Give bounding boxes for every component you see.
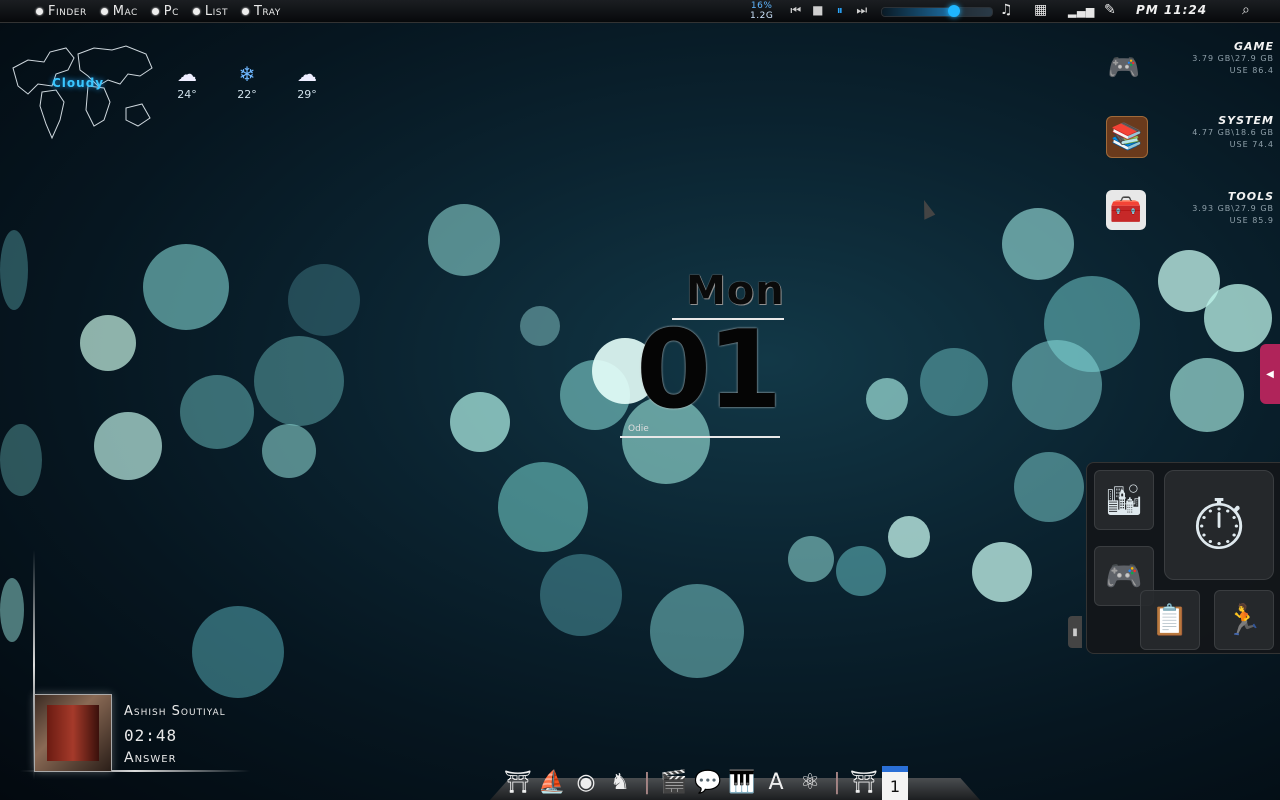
world-map-icon — [12, 45, 153, 140]
volume-fill — [882, 8, 954, 16]
bokeh-bg — [254, 336, 344, 426]
clapper-icon[interactable]: 🎬 — [658, 766, 690, 798]
chess-icon[interactable]: ♞ — [604, 766, 636, 798]
drive-system[interactable]: System 4.77 GB\18.6 GB USE 74.4 — [1094, 114, 1274, 151]
bokeh-bg — [1044, 276, 1140, 372]
menu-dot-icon — [100, 7, 108, 15]
search-icon[interactable]: ⌕ — [1242, 2, 1250, 18]
bokeh-bg — [498, 462, 588, 552]
album-art[interactable] — [34, 694, 112, 772]
bokeh-bg — [650, 584, 744, 678]
bokeh-bg — [0, 230, 28, 310]
bokeh-bg — [0, 424, 42, 496]
bokeh-bg — [288, 264, 360, 336]
music-artist: Ashish Soutiyal — [124, 704, 226, 719]
bokeh-bg — [1158, 250, 1220, 312]
piano-icon[interactable]: 🎹 — [726, 766, 758, 798]
snow-icon: ❄ — [238, 62, 256, 86]
side-drawer-tab[interactable]: ◀ — [1260, 344, 1280, 404]
menu-dot-icon — [192, 7, 200, 15]
forecast-day: ☁ 24° — [162, 60, 212, 101]
gate-icon[interactable]: ⛩ — [502, 766, 534, 798]
mouse-cursor — [916, 198, 936, 220]
menu-item-tray[interactable]: Tray — [241, 4, 281, 19]
divider-icon: | — [643, 769, 651, 795]
menu-dot-icon — [151, 7, 159, 15]
bokeh-bg — [0, 578, 24, 642]
bokeh-bg — [192, 606, 284, 698]
bokeh-bg — [520, 306, 560, 346]
menu-item-mac[interactable]: Mac — [100, 4, 138, 19]
bokeh-bg — [1204, 284, 1272, 352]
torii-icon[interactable]: ⛩ — [848, 766, 880, 798]
task-list-icon[interactable]: 📋 — [1140, 590, 1200, 650]
bokeh-bg — [180, 375, 254, 449]
bokeh-bg — [888, 516, 930, 558]
bokeh-bg — [1014, 452, 1084, 522]
album-art-image — [47, 705, 99, 761]
date-divider — [620, 436, 780, 438]
panel-handle[interactable]: ▮ — [1068, 616, 1082, 648]
forecast-day: ❄ 22° — [222, 60, 272, 101]
bokeh-bg — [143, 244, 229, 330]
network-meter[interactable]: 16% 1.2G — [750, 1, 773, 21]
pause-icon[interactable]: ⏸ — [832, 3, 848, 18]
menu-item-pc[interactable]: Pc — [151, 4, 179, 19]
date-number: 01 — [636, 308, 782, 433]
menu-dot-icon — [241, 7, 249, 15]
bokeh-bg — [540, 554, 622, 636]
music-note-icon[interactable]: ♫ — [1000, 2, 1013, 18]
forecast-day: ☁ 29° — [282, 60, 332, 101]
media-controls: ⏮ ■ ⏸ ⏭ — [788, 3, 870, 18]
bokeh-bg — [94, 412, 162, 480]
dock: ⛩ ⛵ ◉ ♞ | 🎬 💬 🎹 A ⚛ | ⛩ 1 — [490, 764, 980, 800]
music-time: 02:48 — [124, 726, 178, 745]
signal-bars-icon[interactable]: ▂▄▆ — [1068, 5, 1095, 18]
orb-icon[interactable]: ◉ — [570, 766, 602, 798]
next-track-icon[interactable]: ⏭ — [854, 3, 870, 18]
bokeh-bg — [788, 536, 834, 582]
atom-icon[interactable]: ⚛ — [794, 766, 826, 798]
menu-dot-icon — [36, 7, 43, 15]
bokeh-bg — [560, 360, 630, 430]
menu-clock[interactable]: PM 11:24 — [1136, 3, 1207, 17]
bokeh-bg — [450, 392, 510, 452]
cloud-icon: ☁ — [177, 62, 197, 86]
volume-knob[interactable] — [947, 5, 960, 17]
ship-icon[interactable]: ⛵ — [536, 766, 568, 798]
portal-icon[interactable]: 🏃 — [1214, 590, 1274, 650]
date-subtitle: Odie — [628, 424, 649, 434]
bokeh-bg — [1170, 358, 1244, 432]
window-layout-icon[interactable]: ▦ — [1034, 2, 1048, 18]
bokeh-bg — [920, 348, 988, 416]
app-store-icon[interactable]: A — [760, 766, 792, 798]
stop-icon[interactable]: ■ — [810, 3, 826, 18]
drive-game[interactable]: Game 3.79 GB\27.9 GB USE 86.4 — [1094, 40, 1274, 77]
cloud-icon: ☁ — [297, 62, 317, 86]
menu-bar: Finder Mac Pc List Tray 16% 1.2G ⏮ ■ ⏸ ⏭… — [0, 0, 1280, 23]
bokeh-bg — [1002, 208, 1074, 280]
simcity-icon[interactable]: 🏙 — [1094, 470, 1154, 530]
divider-icon: | — [833, 769, 841, 795]
bokeh-bg — [428, 204, 500, 276]
bokeh-bg — [972, 542, 1032, 602]
drive-tools[interactable]: Tools 3.93 GB\27.9 GB USE 85.9 — [1094, 190, 1274, 227]
menu-item-finder[interactable]: Finder — [36, 4, 87, 19]
bokeh-bg — [1012, 340, 1102, 430]
bokeh-bg — [80, 315, 136, 371]
previous-track-icon[interactable]: ⏮ — [788, 3, 804, 18]
bokeh-bg — [262, 424, 316, 478]
bokeh-bg — [866, 378, 908, 420]
music-track: Answer — [124, 750, 177, 766]
chat-icon[interactable]: 💬 — [692, 766, 724, 798]
feather-icon[interactable]: ✎ — [1104, 2, 1116, 18]
volume-slider[interactable] — [881, 5, 993, 17]
speedometer-icon[interactable]: ⏱ — [1164, 470, 1274, 580]
menu-item-list[interactable]: List — [192, 4, 228, 19]
weather-condition[interactable]: Cloudy — [52, 76, 104, 90]
calendar-icon[interactable]: 1 — [882, 766, 908, 800]
bokeh-bg — [836, 546, 886, 596]
